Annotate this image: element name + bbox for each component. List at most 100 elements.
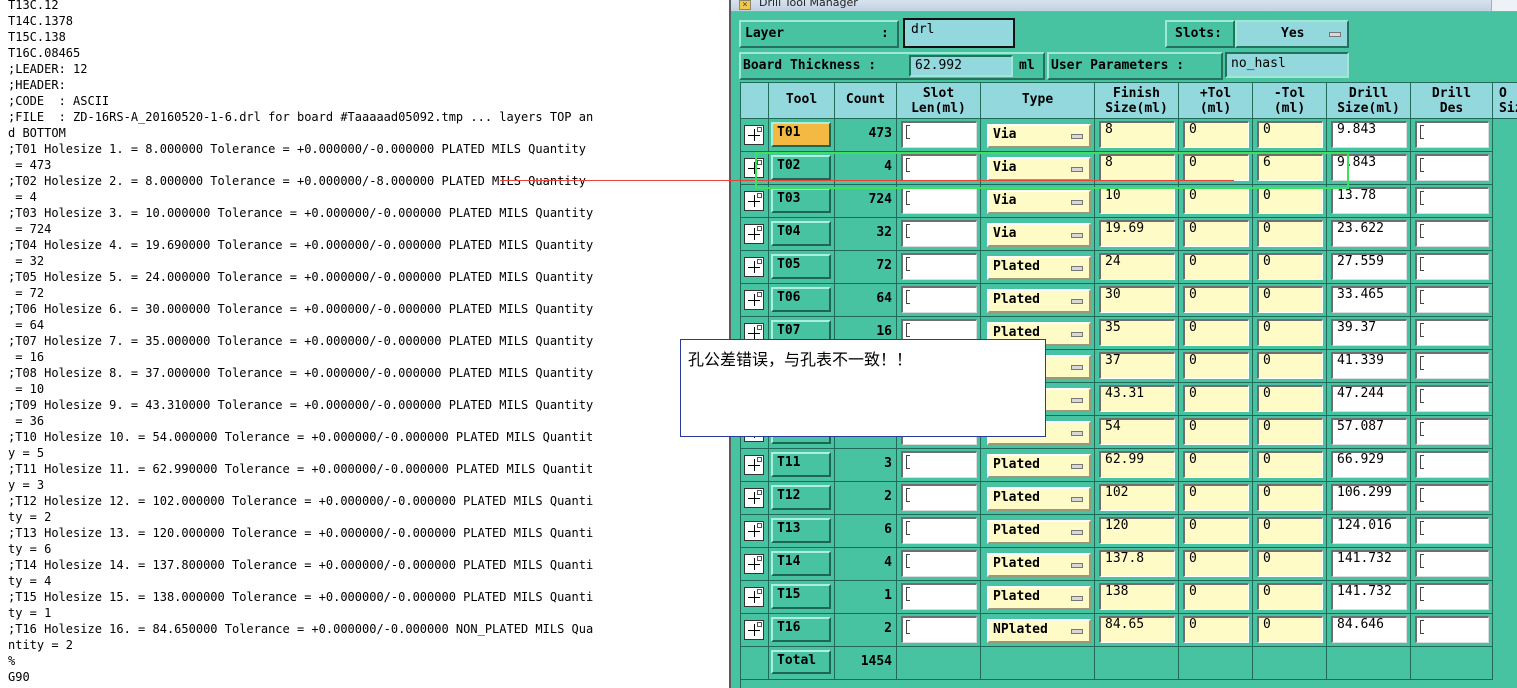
plus-tol-input[interactable]: 0 bbox=[1183, 220, 1249, 247]
finish-size-input[interactable]: 24 bbox=[1099, 253, 1175, 280]
plus-tol-input[interactable]: 0 bbox=[1183, 583, 1249, 610]
slot-len-input[interactable] bbox=[901, 220, 977, 247]
finish-size-input[interactable]: 84.65 bbox=[1099, 616, 1175, 643]
drill-des-input[interactable] bbox=[1415, 484, 1489, 511]
minus-tol-input[interactable]: 0 bbox=[1257, 451, 1323, 478]
drill-des-input[interactable] bbox=[1415, 319, 1489, 346]
finish-size-input[interactable]: 138 bbox=[1099, 583, 1175, 610]
finish-size-input[interactable]: 43.31 bbox=[1099, 385, 1175, 412]
slot-len-input[interactable] bbox=[901, 484, 977, 511]
tool-button[interactable]: T03 bbox=[771, 188, 831, 213]
minus-tol-input[interactable]: 0 bbox=[1257, 121, 1323, 148]
drill-size-input[interactable]: 106.299 bbox=[1331, 484, 1407, 511]
minus-tol-input[interactable]: 0 bbox=[1257, 220, 1323, 247]
drill-des-input[interactable] bbox=[1415, 517, 1489, 544]
drill-size-input[interactable]: 13.78 bbox=[1331, 187, 1407, 214]
minus-tol-input[interactable]: 0 bbox=[1257, 385, 1323, 412]
drill-size-input[interactable]: 47.244 bbox=[1331, 385, 1407, 412]
minus-tol-input[interactable]: 0 bbox=[1257, 319, 1323, 346]
type-dropdown[interactable]: Plated bbox=[987, 454, 1091, 478]
type-dropdown[interactable]: Plated bbox=[987, 520, 1091, 544]
drill-des-input[interactable] bbox=[1415, 220, 1489, 247]
drill-size-input[interactable]: 57.087 bbox=[1331, 418, 1407, 445]
minus-tol-input[interactable]: 0 bbox=[1257, 484, 1323, 511]
drill-size-input[interactable]: 66.929 bbox=[1331, 451, 1407, 478]
minus-tol-input[interactable]: 0 bbox=[1257, 583, 1323, 610]
minus-tol-input[interactable]: 0 bbox=[1257, 418, 1323, 445]
drill-des-input[interactable] bbox=[1415, 550, 1489, 577]
expand-row-icon[interactable] bbox=[744, 554, 764, 574]
finish-size-input[interactable]: 102 bbox=[1099, 484, 1175, 511]
slot-len-input[interactable] bbox=[901, 187, 977, 214]
type-dropdown[interactable]: Plated bbox=[987, 586, 1091, 610]
type-dropdown[interactable]: Plated bbox=[987, 256, 1091, 280]
drill-size-input[interactable]: 27.559 bbox=[1331, 253, 1407, 280]
tool-button[interactable]: T11 bbox=[771, 452, 831, 477]
drill-size-input[interactable]: 23.622 bbox=[1331, 220, 1407, 247]
drill-size-input[interactable]: 41.339 bbox=[1331, 352, 1407, 379]
plus-tol-input[interactable]: 0 bbox=[1183, 121, 1249, 148]
expand-row-icon[interactable] bbox=[744, 257, 764, 277]
drill-des-input[interactable] bbox=[1415, 286, 1489, 313]
type-dropdown[interactable]: Via bbox=[987, 190, 1091, 214]
finish-size-input[interactable]: 37 bbox=[1099, 352, 1175, 379]
drill-size-input[interactable]: 141.732 bbox=[1331, 550, 1407, 577]
minus-tol-input[interactable]: 0 bbox=[1257, 352, 1323, 379]
type-dropdown[interactable]: Via bbox=[987, 223, 1091, 247]
tool-button[interactable]: T01 bbox=[771, 122, 831, 147]
drill-des-input[interactable] bbox=[1415, 121, 1489, 148]
finish-size-input[interactable]: 8 bbox=[1099, 121, 1175, 148]
type-dropdown[interactable]: Plated bbox=[987, 553, 1091, 577]
slot-len-input[interactable] bbox=[901, 451, 977, 478]
drill-size-input[interactable]: 141.732 bbox=[1331, 583, 1407, 610]
expand-row-icon[interactable] bbox=[744, 455, 764, 475]
plus-tol-input[interactable]: 0 bbox=[1183, 616, 1249, 643]
tool-button[interactable]: T06 bbox=[771, 287, 831, 312]
slots-dropdown[interactable]: Yes bbox=[1235, 20, 1349, 48]
drill-des-input[interactable] bbox=[1415, 616, 1489, 643]
finish-size-input[interactable]: 120 bbox=[1099, 517, 1175, 544]
expand-row-icon[interactable] bbox=[744, 620, 764, 640]
plus-tol-input[interactable]: 0 bbox=[1183, 550, 1249, 577]
expand-row-icon[interactable] bbox=[744, 290, 764, 310]
slot-len-input[interactable] bbox=[901, 517, 977, 544]
type-dropdown[interactable]: NPlated bbox=[987, 619, 1091, 643]
minus-tol-input[interactable]: 0 bbox=[1257, 286, 1323, 313]
plus-tol-input[interactable]: 0 bbox=[1183, 418, 1249, 445]
slot-len-input[interactable] bbox=[901, 616, 977, 643]
drill-des-input[interactable] bbox=[1415, 154, 1489, 181]
drill-des-input[interactable] bbox=[1415, 352, 1489, 379]
tool-button[interactable]: T13 bbox=[771, 518, 831, 543]
tool-button[interactable]: T15 bbox=[771, 584, 831, 609]
tool-button[interactable]: T12 bbox=[771, 485, 831, 510]
finish-size-input[interactable]: 54 bbox=[1099, 418, 1175, 445]
drill-size-input[interactable]: 33.465 bbox=[1331, 286, 1407, 313]
slot-len-input[interactable] bbox=[901, 550, 977, 577]
drill-des-input[interactable] bbox=[1415, 253, 1489, 280]
plus-tol-input[interactable]: 0 bbox=[1183, 484, 1249, 511]
minus-tol-input[interactable]: 0 bbox=[1257, 550, 1323, 577]
plus-tol-input[interactable]: 0 bbox=[1183, 187, 1249, 214]
minus-tol-input[interactable]: 0 bbox=[1257, 616, 1323, 643]
layer-field[interactable]: drl bbox=[903, 18, 1015, 48]
tool-button[interactable]: T16 bbox=[771, 617, 831, 642]
expand-row-icon[interactable] bbox=[744, 587, 764, 607]
tool-button[interactable]: T05 bbox=[771, 254, 831, 279]
drill-size-input[interactable]: 9.843 bbox=[1331, 121, 1407, 148]
close-x-icon[interactable]: × bbox=[739, 0, 751, 10]
board-thickness-input[interactable]: 62.992 bbox=[909, 55, 1013, 77]
minus-tol-input[interactable]: 0 bbox=[1257, 187, 1323, 214]
finish-size-input[interactable]: 62.99 bbox=[1099, 451, 1175, 478]
slot-len-input[interactable] bbox=[901, 253, 977, 280]
slot-len-input[interactable] bbox=[901, 286, 977, 313]
drill-des-input[interactable] bbox=[1415, 418, 1489, 445]
minus-tol-input[interactable]: 0 bbox=[1257, 253, 1323, 280]
type-dropdown[interactable]: Plated bbox=[987, 487, 1091, 511]
expand-row-icon[interactable] bbox=[744, 125, 764, 145]
slot-len-input[interactable] bbox=[901, 121, 977, 148]
finish-size-input[interactable]: 19.69 bbox=[1099, 220, 1175, 247]
drill-size-input[interactable]: 84.646 bbox=[1331, 616, 1407, 643]
type-dropdown[interactable]: Via bbox=[987, 124, 1091, 148]
expand-row-icon[interactable] bbox=[744, 191, 764, 211]
drill-des-input[interactable] bbox=[1415, 187, 1489, 214]
